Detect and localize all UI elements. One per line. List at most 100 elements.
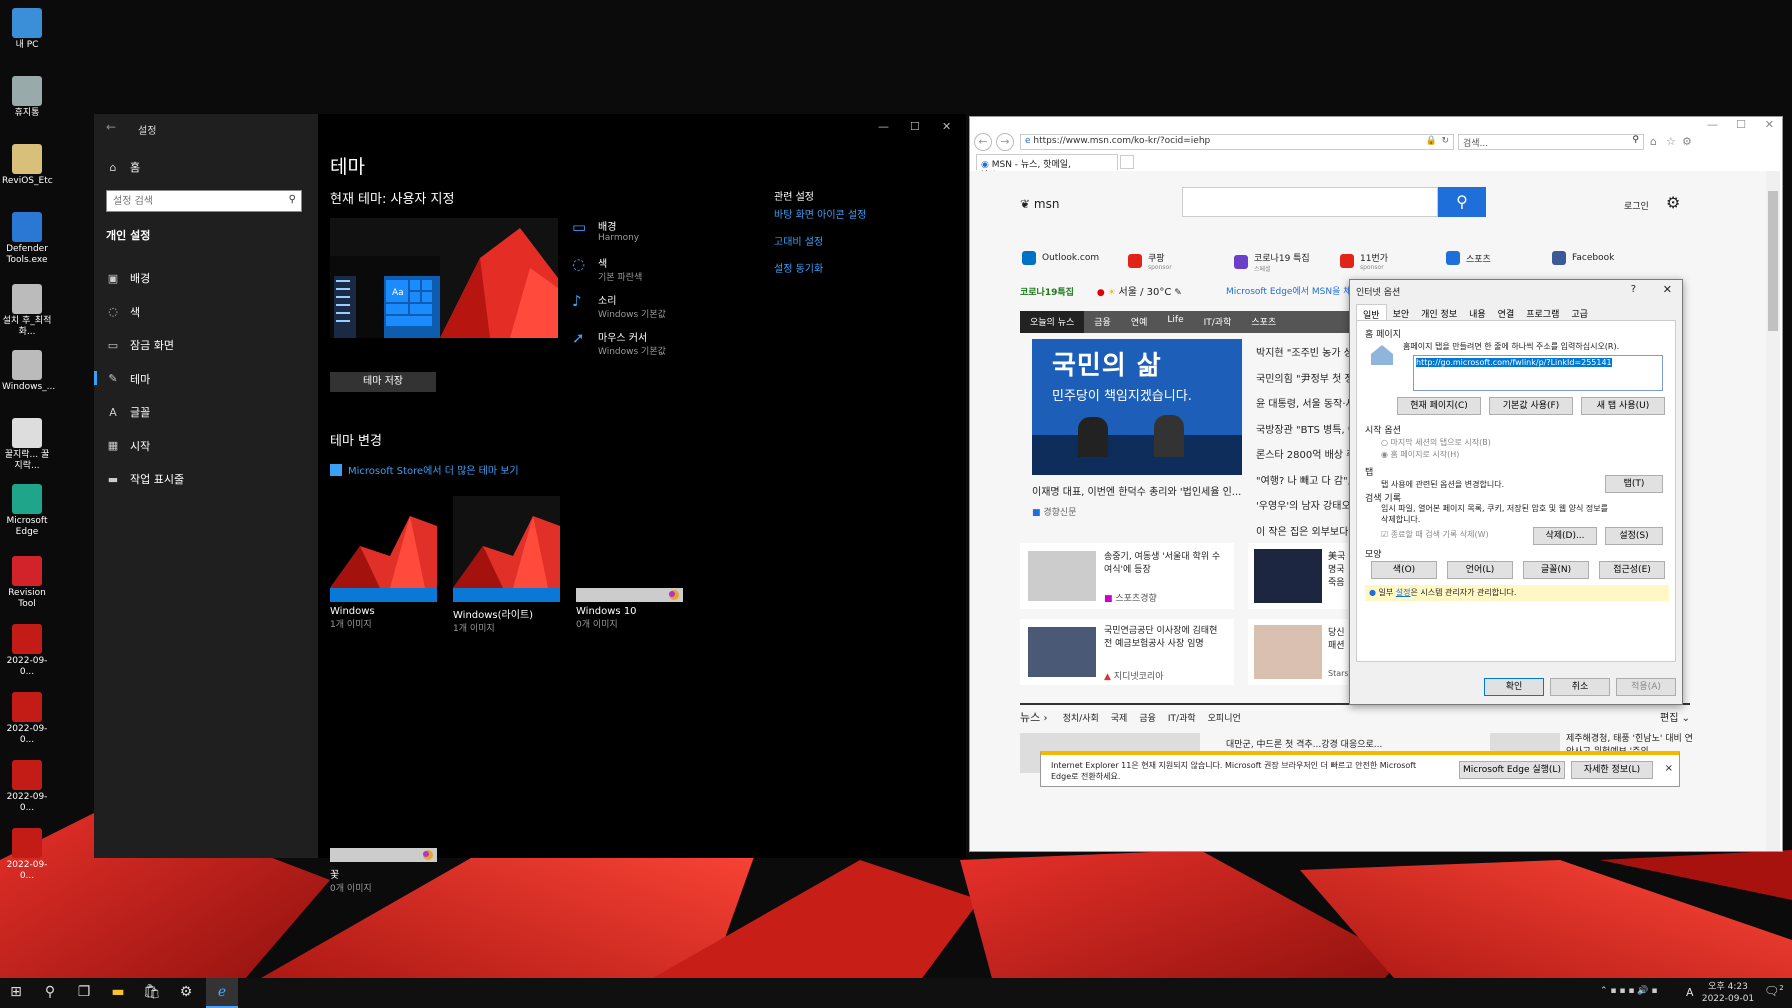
maximize-button[interactable]: ☐: [1736, 118, 1746, 131]
news-category[interactable]: 국제: [1111, 714, 1128, 724]
news-card[interactable]: 당신 패션 StarsInsider: [1248, 619, 1348, 685]
hero-image[interactable]: 국민의 삶 민주당이 책임지겠습니다.: [1032, 339, 1242, 475]
desktop-icon[interactable]: Revision Tool: [2, 556, 52, 610]
ie-taskbar-icon[interactable]: ℯ: [206, 978, 238, 1008]
msn-search-button[interactable]: ⚲: [1438, 187, 1486, 217]
use-new-tab-button[interactable]: 새 탭 사용(U): [1581, 397, 1665, 415]
desktop-icon[interactable]: 휴지통: [2, 76, 52, 119]
news-category[interactable]: 금융: [1139, 714, 1156, 724]
theme-property[interactable]: ◌ 색 기본 파란색: [572, 255, 642, 283]
radio-last-session[interactable]: ○ 마지막 세션의 탭으로 시작(B): [1381, 437, 1491, 448]
dialog-tab[interactable]: 내용: [1463, 304, 1492, 320]
radio-home-page[interactable]: ◉ 홈 페이지로 시작(H): [1381, 449, 1459, 460]
nav-item[interactable]: ▦ 시작: [106, 438, 150, 454]
accessibility-button[interactable]: 접근성(E): [1599, 561, 1665, 579]
nav-item[interactable]: A 글꼴: [106, 404, 150, 420]
desktop-icon[interactable]: Defender Tools.exe: [2, 212, 52, 266]
apply-button[interactable]: 적용(A): [1616, 678, 1676, 696]
refresh-icon[interactable]: ↻: [1441, 136, 1449, 146]
close-button[interactable]: ✕: [1765, 118, 1774, 131]
help-icon[interactable]: ?: [1631, 284, 1636, 295]
news-category[interactable]: IT/과학: [1168, 714, 1196, 724]
settings-window[interactable]: ← 설정 ⌂홈 ⚲ 개인 설정 ▣배경◌색▭잠금 화면✎테마A글꼴▦시작▬작업 …: [94, 114, 966, 894]
desktop-icon[interactable]: Microsoft Edge: [2, 484, 52, 538]
news-card[interactable]: 국민연금공단 이사장에 김태현 전 예금보험공사 사장 임명 ▲ 지디넷코리아: [1020, 619, 1234, 685]
home-icon[interactable]: ⌂: [1650, 135, 1657, 148]
internet-options-dialog[interactable]: 인터넷 옵션 ? ✕ 일반 보안 개인 정보 내용 연결 프로그램 고급 홈 페이지 홈페이…: [1349, 279, 1683, 705]
address-bar[interactable]: e https://www.msn.com/ko-kr/?ocid=iehp 🔒…: [1020, 134, 1454, 150]
scrollbar[interactable]: [1766, 171, 1780, 851]
quick-link[interactable]: Facebook: [1552, 251, 1614, 265]
cancel-button[interactable]: 취소: [1550, 678, 1610, 696]
save-theme-button[interactable]: 테마 저장: [330, 372, 436, 392]
gear-icon[interactable]: ⚙: [1682, 135, 1692, 148]
theme-tile[interactable]: Windows 10 0개 이미지: [576, 542, 683, 630]
quick-link[interactable]: 쿠팡 sponsor: [1128, 251, 1172, 271]
maximize-button[interactable]: ☐: [910, 120, 920, 133]
msn-logo[interactable]: ❦ msn: [1020, 197, 1059, 211]
news-tab[interactable]: Life: [1157, 311, 1193, 333]
quick-link[interactable]: 스포츠: [1446, 251, 1491, 265]
news-category[interactable]: 오피니언: [1208, 714, 1241, 724]
ime-indicator[interactable]: A: [1686, 986, 1694, 999]
fonts-button[interactable]: 글꼴(N): [1523, 561, 1589, 579]
headline[interactable]: '우영우'의 남자 강태오: [1256, 500, 1350, 514]
dialog-tab[interactable]: 연결: [1492, 304, 1521, 320]
minimize-button[interactable]: —: [878, 120, 889, 133]
covid-link[interactable]: 코로나19특집: [1020, 288, 1074, 298]
nav-item[interactable]: ▣ 배경: [106, 270, 150, 286]
back-arrow-icon[interactable]: ←: [106, 120, 116, 134]
close-icon[interactable]: ×: [1665, 763, 1673, 774]
nav-item[interactable]: ✎ 테마: [94, 370, 150, 387]
nav-item[interactable]: ▭ 잠금 화면: [106, 337, 174, 353]
theme-property[interactable]: ➚ 마우스 커서 Windows 기본값: [572, 329, 666, 357]
nav-home[interactable]: ⌂ 홈: [106, 159, 141, 175]
start-icon[interactable]: ⊞: [6, 984, 26, 1002]
headline[interactable]: 론스타 2800억 배상 취: [1256, 449, 1350, 463]
back-icon[interactable]: ←: [974, 133, 992, 151]
news-tab[interactable]: 오늘의 뉴스: [1020, 311, 1085, 333]
desktop-icon[interactable]: Windows_...: [2, 350, 55, 393]
dialog-tab[interactable]: 개인 정보: [1415, 304, 1463, 320]
hero-caption[interactable]: 이재명 대표, 이번엔 한덕수 총리와 '법인세율 인...: [1032, 483, 1246, 498]
related-link[interactable]: 고대비 설정: [774, 233, 823, 248]
use-current-button[interactable]: 현재 페이지(C): [1397, 397, 1481, 415]
related-link[interactable]: 설정 동기화: [774, 260, 823, 275]
headline[interactable]: 윤 대통령, 서울 동작·사: [1256, 398, 1350, 412]
related-link[interactable]: 바탕 화면 아이콘 설정: [774, 206, 866, 221]
nav-item[interactable]: ◌ 색: [106, 304, 140, 320]
settings-app-icon[interactable]: ⚙: [176, 984, 196, 1002]
delete-history-button[interactable]: 삭제(D)...: [1533, 527, 1597, 545]
ie-tab[interactable]: ◉ MSN - 뉴스, 핫메일, Hotm...×: [976, 154, 1118, 180]
edge-promo[interactable]: Microsoft Edge에서 MSN을 체: [1226, 284, 1352, 297]
ok-button[interactable]: 확인: [1484, 678, 1544, 696]
task-view-icon[interactable]: ❐: [74, 984, 94, 1002]
clock[interactable]: 오후 4:23 2022-09-01: [1700, 981, 1756, 1005]
settings-search-input[interactable]: [107, 191, 277, 211]
search-icon[interactable]: ⚲: [289, 194, 296, 205]
more-info-button[interactable]: 자세한 정보(L): [1571, 761, 1653, 779]
desktop-icon[interactable]: 2022-09-0...: [2, 828, 52, 882]
scrollbar-thumb[interactable]: [1768, 191, 1778, 331]
desktop-icon[interactable]: 설치 후_최적화...: [2, 284, 52, 338]
headline[interactable]: "여행? 나 빼고 다 감",: [1256, 475, 1350, 489]
dialog-tab[interactable]: 프로그램: [1520, 304, 1565, 320]
desktop-icon[interactable]: 꿀지락... 꿀지락...: [2, 418, 52, 472]
headline[interactable]: 국민의힘 "尹정부 첫 정: [1256, 373, 1350, 387]
tabs-button[interactable]: 탭(T): [1605, 475, 1663, 493]
search-icon[interactable]: ⚲: [1632, 135, 1639, 145]
desktop-icon[interactable]: 2022-09-0...: [2, 760, 52, 814]
new-tab-button[interactable]: [1120, 155, 1134, 169]
dialog-tab[interactable]: 고급: [1565, 304, 1594, 320]
news-card[interactable]: 美국 명국 죽음: [1248, 543, 1348, 609]
file-explorer-icon[interactable]: ▬: [108, 984, 128, 1002]
edit-icon[interactable]: ✎: [1174, 288, 1182, 298]
news-tab[interactable]: 금융: [1084, 311, 1121, 333]
close-icon[interactable]: ✕: [1663, 283, 1672, 296]
delete-on-exit-checkbox[interactable]: ☑ 종료할 때 검색 기록 삭제(W): [1381, 529, 1489, 540]
close-button[interactable]: ✕: [942, 120, 951, 133]
favorites-icon[interactable]: ☆: [1666, 135, 1676, 148]
theme-property[interactable]: ♪ 소리 Windows 기본값: [572, 292, 666, 320]
notification-icon[interactable]: 🗨2: [1764, 984, 1784, 998]
news-card[interactable]: 송중기, 여동생 '서울대 학위 수여식'에 등장 ■ 스포츠경향: [1020, 543, 1234, 609]
